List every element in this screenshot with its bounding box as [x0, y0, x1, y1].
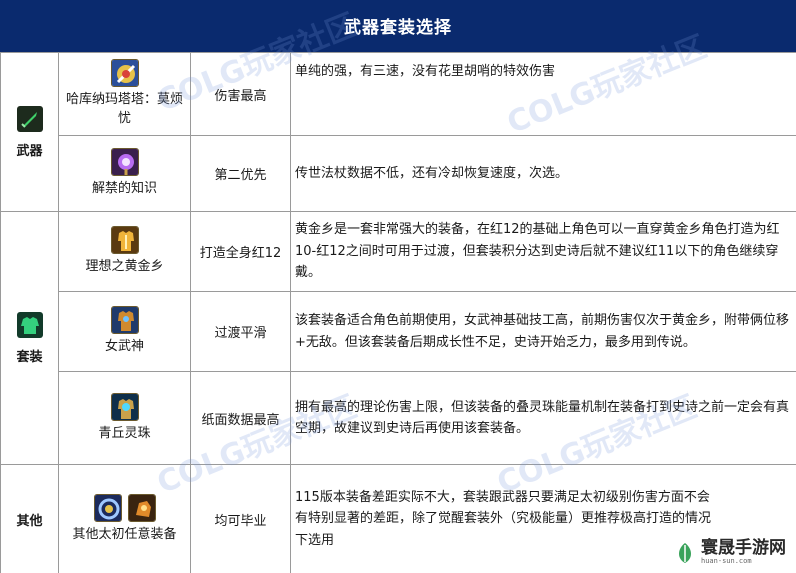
desc-cell: 传世法杖数据不低，还有冷却恢复速度，次选。: [290, 135, 796, 212]
rank-label: 打造全身红12: [199, 246, 282, 261]
item-cell: 哈库纳玛塔塔：莫烦忧: [58, 52, 191, 136]
rank-label: 伤害最高: [214, 88, 267, 104]
description-text: 该套装备适合角色前期使用，女武神基础技工高，前期伤害仅次于黄金乡，附带俩位移+无…: [295, 313, 790, 350]
rank-label: 均可毕业: [214, 513, 267, 529]
item-cell: 解禁的知识: [58, 135, 191, 212]
rank-cell: 第二优先: [190, 135, 291, 212]
table-row: 套装 理想之黄金乡 打造全身红12 黄金乡是一套非常强大的装备，在红12的基础上…: [0, 211, 796, 465]
description-text: 传世法杖数据不低，还有冷却恢复速度，次选。: [295, 165, 569, 181]
category-cell-other: 其他: [0, 464, 59, 573]
rank-cell: 打造全身红12: [190, 211, 291, 292]
desc-cell: 黄金乡是一套非常强大的装备，在红12的基础上角色可以一直穿黄金乡角色打造为红10…: [290, 211, 796, 292]
desc-cell: 单纯的强，有三速，没有花里胡哨的特效伤害: [290, 52, 796, 136]
item-cell: 理想之黄金乡: [58, 211, 191, 292]
rank-label: 纸面数据最高: [201, 412, 280, 428]
site-logo: 寰晟手游网 huan-sun.com: [669, 538, 790, 567]
description-text: 拥有最高的理论伤害上限，但该装备的叠灵珠能量机制在装备打到史诗之前一定会有真空期…: [295, 399, 790, 436]
primeval-ring-icon: [93, 493, 122, 522]
page-title: 武器套装选择: [0, 0, 796, 52]
spirit-orb-icon: [110, 392, 139, 421]
item-name: 解禁的知识: [91, 181, 157, 197]
table-row: 女武神 过渡平滑 该套装备适合角色前期使用，女武神基础技工高，前期伤害仅次于黄金…: [1, 291, 796, 372]
rank-cell: 纸面数据最高: [190, 371, 291, 465]
table-row: 武器 哈库纳玛塔塔：莫烦忧 伤害最高 单纯的强，有三速，没有花里胡哨的特效伤害: [0, 52, 796, 212]
rank-cell: 均可毕业: [190, 464, 291, 573]
item-name: 青丘灵珠: [98, 425, 151, 441]
category-label: 其他: [16, 513, 43, 529]
rank-cell: 过渡平滑: [190, 291, 291, 372]
magic-staff-icon: [110, 148, 139, 177]
item-name: 女武神: [104, 339, 144, 355]
description-text: 115版本装备差距实际不大，套装跟武器只要满足太初级别伤害方面不会有特别显著的差…: [295, 489, 712, 548]
desc-cell: 拥有最高的理论伤害上限，但该装备的叠灵珠能量机制在装备打到史诗之前一定会有真空期…: [290, 371, 796, 465]
item-cell: 女武神: [58, 291, 191, 372]
logo-name: 寰晟手游网: [701, 538, 786, 558]
armor-icon: [16, 311, 43, 338]
sword-icon: [16, 105, 43, 132]
valkyrie-armor-icon: [110, 306, 139, 335]
golden-armor-icon: [110, 226, 139, 255]
weapon-relic-icon: [110, 59, 139, 88]
item-name: 理想之黄金乡: [85, 259, 164, 275]
table-row: 青丘灵珠 纸面数据最高 拥有最高的理论伤害上限，但该装备的叠灵珠能量机制在装备打…: [1, 371, 796, 465]
primeval-gauntlet-icon: [127, 493, 156, 522]
leaf-icon: [679, 542, 691, 563]
category-label: 武器: [16, 143, 43, 159]
item-cell: 青丘灵珠: [58, 371, 191, 465]
item-cell: 其他太初任意装备: [58, 464, 191, 573]
item-name: 哈库纳玛塔塔：莫烦忧: [65, 92, 183, 126]
category-cell-weapon: 武器: [0, 52, 59, 212]
page-title-text: 武器套装选择: [344, 17, 452, 38]
desc-cell: 该套装备适合角色前期使用，女武神基础技工高，前期伤害仅次于黄金乡，附带俩位移+无…: [290, 291, 796, 372]
logo-url: huan-sun.com: [701, 557, 752, 565]
table-row: 解禁的知识 第二优先 传世法杖数据不低，还有冷却恢复速度，次选。: [1, 135, 796, 212]
rank-cell: 伤害最高: [190, 52, 291, 136]
description-text: 单纯的强，有三速，没有花里胡哨的特效伤害: [295, 64, 556, 79]
item-name: 其他太初任意装备: [72, 526, 177, 542]
rank-label: 第二优先: [214, 168, 267, 183]
category-cell-armor: 套装: [0, 211, 59, 465]
description-text: 黄金乡是一套非常强大的装备，在红12的基础上角色可以一直穿黄金乡角色打造为红10…: [295, 222, 780, 281]
rank-label: 过渡平滑: [214, 326, 267, 341]
equipment-table: 武器 哈库纳玛塔塔：莫烦忧 伤害最高 单纯的强，有三速，没有花里胡哨的特效伤害 …: [0, 52, 796, 573]
category-label: 套装: [16, 349, 43, 365]
